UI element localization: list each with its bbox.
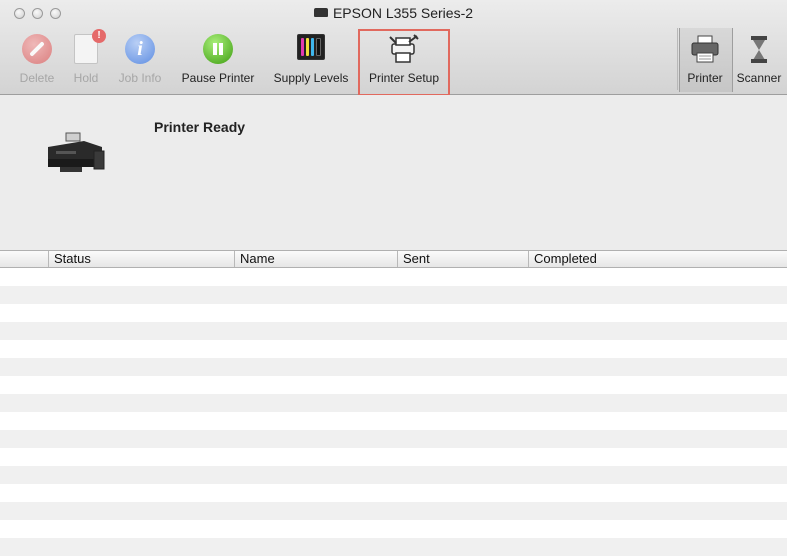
window-title: EPSON L355 Series-2 [0,5,787,21]
scanner-icon [744,34,774,64]
tab-printer-label: Printer [687,71,723,85]
hold-button[interactable]: ! Hold [66,29,106,90]
window-title-text: EPSON L355 Series-2 [332,5,474,21]
column-header-name[interactable]: Name [234,251,397,267]
printer-status-area: Printer Ready [0,95,787,250]
print-queue-window: EPSON L355 Series-2 Delete ! Hold i Job … [0,0,787,556]
toolbar-separator [677,28,678,90]
hold-label: Hold [73,71,99,85]
column-header-sent[interactable]: Sent [397,251,528,267]
job-info-button[interactable]: i Job Info [112,34,168,90]
ink-levels-icon [297,34,325,60]
column-header-status[interactable]: Status [48,251,234,267]
alert-badge-icon: ! [92,29,106,43]
tab-scanner-label: Scanner [736,71,782,85]
tab-printer[interactable]: Printer [681,34,729,85]
pause-printer-button[interactable]: Pause Printer [174,34,262,90]
title-toolbar: EPSON L355 Series-2 Delete ! Hold i Job … [0,0,787,96]
printer-icon [690,34,720,64]
pause-icon [203,34,233,64]
column-header-completed[interactable]: Completed [528,251,787,267]
epson-printer-image [44,131,110,175]
jobs-table-header: Status Name Sent Completed [0,250,787,268]
delete-button[interactable]: Delete [14,34,60,90]
info-icon: i [125,34,155,64]
jobs-list[interactable] [0,268,787,556]
printer-status-text: Printer Ready [154,119,246,135]
job-info-label: Job Info [118,71,162,85]
printer-setup-highlight [358,29,450,96]
hold-icon: ! [74,29,106,64]
tab-scanner[interactable]: Scanner [733,34,785,85]
pause-printer-label: Pause Printer [181,71,255,85]
printer-icon [313,8,328,17]
delete-icon [22,34,52,64]
delete-label: Delete [19,71,55,85]
supply-levels-button[interactable]: Supply Levels [266,34,356,90]
supply-levels-label: Supply Levels [273,71,349,85]
